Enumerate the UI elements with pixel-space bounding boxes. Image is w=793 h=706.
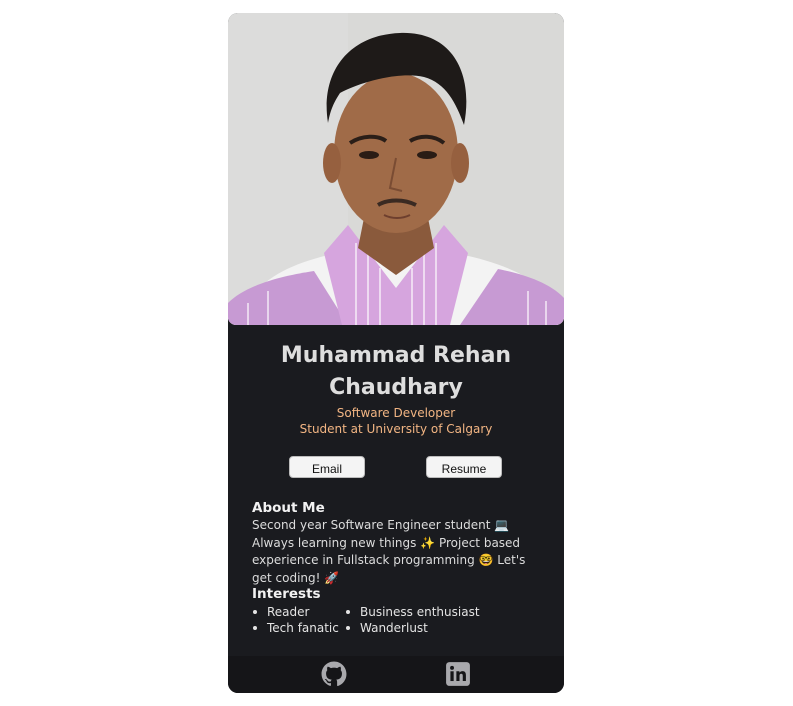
resume-button[interactable]: Resume xyxy=(426,456,502,478)
profile-name-line2: Chaudhary xyxy=(329,375,463,400)
linkedin-icon[interactable] xyxy=(445,661,471,687)
social-footer xyxy=(228,656,564,693)
profile-name: Muhammad Rehan Chaudhary xyxy=(228,340,564,404)
interest-item: Business enthusiast xyxy=(346,605,480,619)
about-heading: About Me xyxy=(252,500,325,516)
profile-name-line1: Muhammad Rehan xyxy=(280,343,512,368)
email-button[interactable]: Email xyxy=(289,456,365,478)
about-text: Second year Software Engineer student 💻 … xyxy=(252,518,526,585)
interest-item: Tech fanatic xyxy=(253,621,339,635)
profile-role: Software Developer xyxy=(336,406,456,420)
interest-item: Reader xyxy=(252,605,310,619)
interests-heading: Interests xyxy=(252,586,321,602)
profile-affiliation: Student at University of Calgary xyxy=(299,422,493,436)
github-icon[interactable] xyxy=(321,661,347,687)
profile-card: Muhammad Rehan Chaudhary Software Develo… xyxy=(228,13,564,693)
profile-photo xyxy=(228,13,564,325)
interest-item: Wanderlust xyxy=(346,621,428,635)
